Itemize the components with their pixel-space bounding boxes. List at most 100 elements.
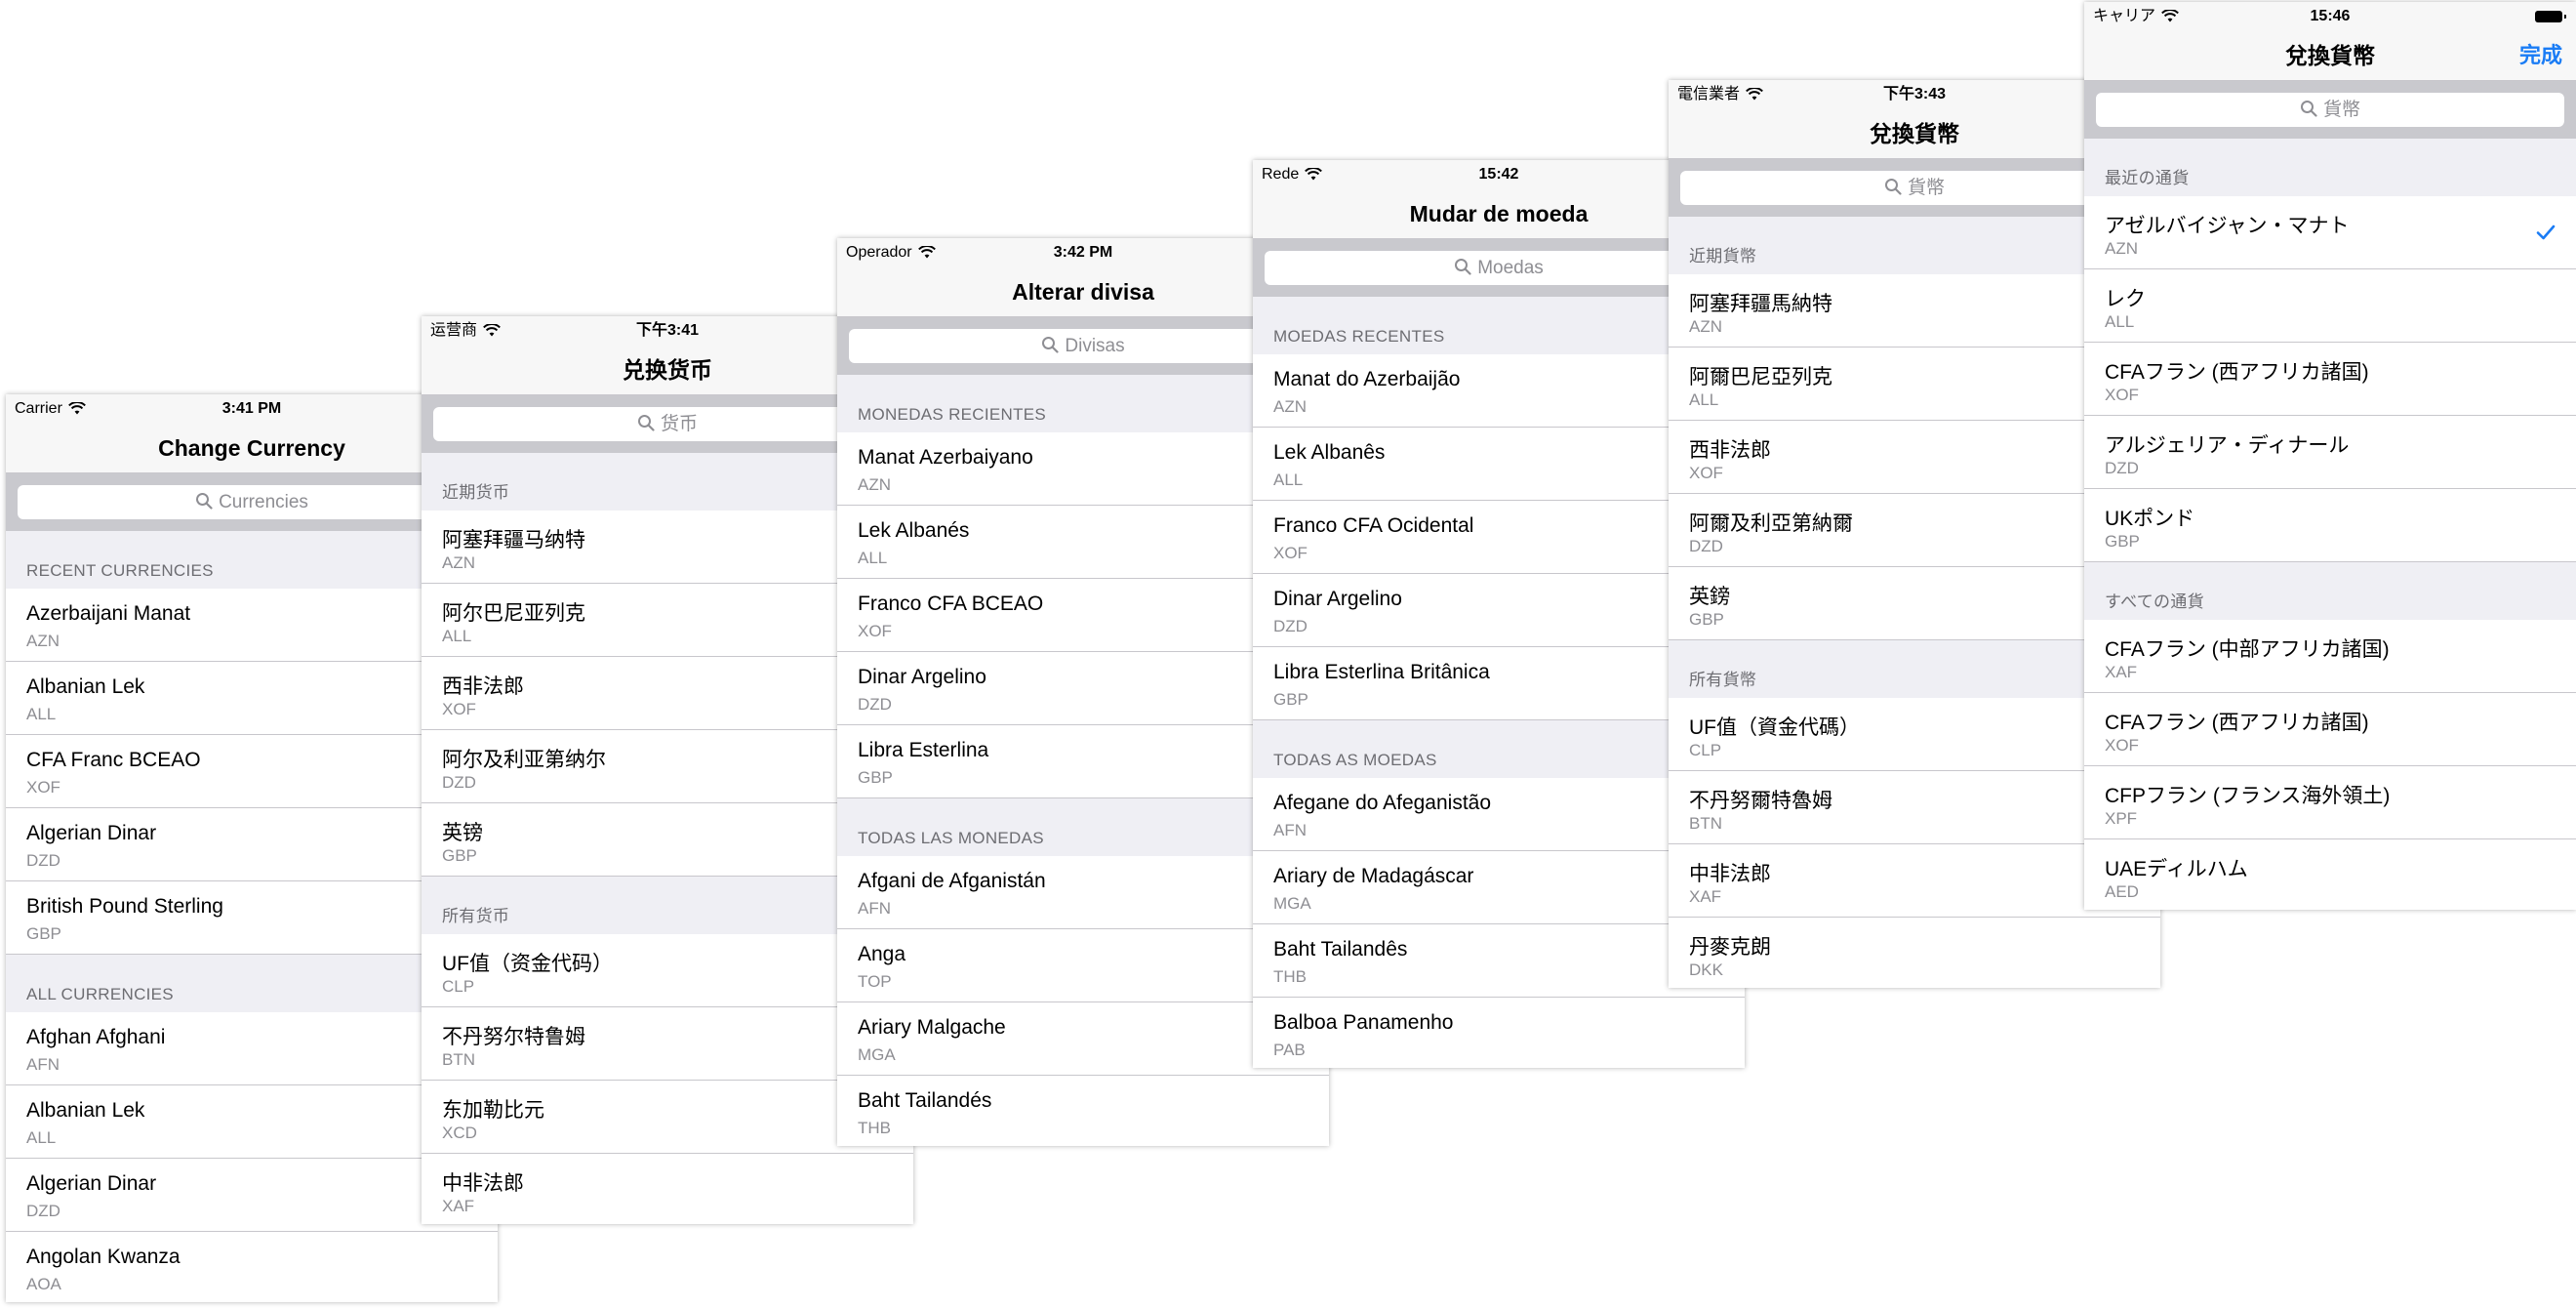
currency-row[interactable]: 中非法郎 XAF	[422, 1154, 913, 1224]
currency-code: DZD	[26, 1202, 60, 1220]
section-title: TODAS AS MOEDAS	[1273, 751, 1437, 769]
currency-name: Algerian Dinar	[26, 1172, 157, 1195]
search-input[interactable]: 货币	[433, 407, 902, 441]
search-input[interactable]: Divisas	[849, 329, 1317, 363]
search-input[interactable]: Moedas	[1265, 251, 1733, 285]
search-icon	[637, 414, 655, 431]
currency-code: GBP	[2105, 532, 2140, 551]
currency-code: MGA	[1273, 894, 1311, 913]
currency-code: ALL	[858, 549, 888, 567]
currency-code: BTN	[442, 1050, 475, 1069]
currency-row[interactable]: CFAフラン (西アフリカ諸国) XOF	[2084, 693, 2576, 766]
currency-row[interactable]: Balboa Panamenho PAB	[1253, 998, 1745, 1068]
currency-code: AFN	[858, 899, 891, 918]
section-header-all: すべての通貨	[2084, 562, 2576, 620]
currency-row[interactable]: CFAフラン (中部アフリカ諸国) XAF	[2084, 620, 2576, 693]
battery-icon	[2535, 11, 2566, 22]
currency-row[interactable]: UAEディルハム AED	[2084, 839, 2576, 910]
currency-name: Angolan Kwanza	[26, 1246, 181, 1268]
currency-code: AOA	[26, 1275, 61, 1293]
currency-name: Dinar Argelino	[1273, 588, 1402, 610]
status-bar: キャリア 15:46	[2084, 2, 2576, 31]
section-title: ALL CURRENCIES	[26, 985, 174, 1003]
currency-code: CLP	[1689, 741, 1722, 759]
currency-name: UF值（資金代碼）	[1689, 716, 1860, 739]
currency-name: 阿塞拜疆馬納特	[1689, 293, 1832, 315]
currency-code: GBP	[858, 768, 893, 787]
currency-code: AZN	[858, 475, 891, 494]
currency-row[interactable]: Baht Tailandés THB	[837, 1076, 1329, 1146]
currency-code: XOF	[2105, 736, 2139, 755]
currency-name: Albanian Lek	[26, 1099, 145, 1122]
currency-name: アゼルバイジャン・マナト	[2105, 215, 2350, 237]
currency-code: THB	[858, 1119, 891, 1137]
currency-screen-japanese: キャリア 15:46 兌換貨幣 完成 貨幣 最近の通貨 アゼルバイジャン・マナト AZN レク A…	[2084, 2, 2576, 910]
currency-code: XOF	[26, 778, 60, 797]
currency-code: DZD	[858, 695, 892, 714]
currency-name: アルジェリア・ディナール	[2105, 434, 2350, 457]
search-icon	[1455, 258, 1471, 275]
currency-code: ALL	[1273, 470, 1304, 489]
currency-code: AZN	[1689, 317, 1722, 336]
section-title: MONEDAS RECIENTES	[858, 405, 1047, 424]
currency-code: XOF	[2105, 386, 2139, 404]
search-icon	[2300, 100, 2317, 117]
currency-name: 阿塞拜疆马纳特	[442, 529, 585, 552]
currency-name: Lek Albanés	[858, 519, 970, 542]
currency-name: 不丹努爾特魯姆	[1689, 790, 1832, 812]
currency-name: 阿爾巴尼亞列克	[1689, 366, 1832, 388]
currency-code: ALL	[26, 705, 57, 723]
currency-name: British Pound Sterling	[26, 895, 223, 918]
currency-code: GBP	[1689, 610, 1724, 629]
currency-name: Anga	[858, 943, 906, 965]
section-title: 近期貨幣	[1689, 247, 1757, 266]
currency-name: Ariary Malgache	[858, 1016, 1006, 1039]
currency-name: 中非法郎	[442, 1172, 524, 1195]
currency-name: 阿尔巴尼亚列克	[442, 602, 585, 625]
currency-name: 东加勒比元	[442, 1099, 544, 1122]
currency-name: Franco CFA Ocidental	[1273, 514, 1474, 537]
currency-name: CFAフラン (西アフリカ諸国)	[2105, 361, 2369, 384]
currency-row[interactable]: Angolan Kwanza AOA	[6, 1232, 498, 1302]
search-placeholder: 貨幣	[2322, 100, 2360, 120]
currency-code: XAF	[1689, 887, 1722, 906]
currency-row[interactable]: CFPフラン (フランス海外領土) XPF	[2084, 766, 2576, 839]
currency-name: Libra Esterlina	[858, 739, 989, 761]
currency-code: DZD	[26, 851, 60, 870]
currency-name: UAEディルハム	[2105, 858, 2248, 880]
currency-name: 阿尔及利亚第纳尔	[442, 749, 606, 771]
currency-code: XOF	[858, 622, 892, 640]
currency-name: CFAフラン (中部アフリカ諸国)	[2105, 638, 2390, 661]
currency-name: Azerbaijani Manat	[26, 602, 191, 625]
currency-code: AZN	[442, 553, 475, 572]
search-input[interactable]: Currencies	[18, 485, 486, 519]
currency-name: レク	[2105, 288, 2146, 310]
currency-name: Ariary de Madagáscar	[1273, 865, 1474, 887]
currency-name: UF值（资金代码）	[442, 953, 613, 975]
currency-row[interactable]: アゼルバイジャン・マナト AZN	[2084, 196, 2576, 269]
currency-name: 西非法郎	[442, 675, 524, 698]
currency-name: Afegane do Afeganistão	[1273, 792, 1492, 814]
currency-row[interactable]: 丹麥克朗 DKK	[1669, 918, 2160, 988]
currency-row[interactable]: CFAフラン (西アフリカ諸国) XOF	[2084, 343, 2576, 416]
currency-name: 阿爾及利亞第納爾	[1689, 512, 1853, 535]
search-input[interactable]: 貨幣	[2096, 93, 2564, 127]
currency-code: GBP	[26, 924, 61, 943]
navigation-bar: 兌換貨幣 完成	[2084, 31, 2576, 81]
currency-row[interactable]: UKポンド GBP	[2084, 489, 2576, 562]
search-icon	[1884, 178, 1902, 195]
section-title: 所有货币	[442, 907, 510, 925]
currency-code: XPF	[2105, 809, 2138, 828]
currency-code: AFN	[26, 1055, 60, 1074]
done-button[interactable]: 完成	[2519, 31, 2562, 80]
currency-name: 英镑	[442, 822, 483, 844]
currency-code: DZD	[1273, 617, 1308, 635]
currency-name: 不丹努尔特鲁姆	[442, 1026, 585, 1048]
currency-name: Franco CFA BCEAO	[858, 593, 1044, 615]
currency-code: XAF	[442, 1197, 475, 1215]
search-icon	[1042, 336, 1059, 353]
currency-name: 西非法郎	[1689, 439, 1771, 462]
currency-row[interactable]: アルジェリア・ディナール DZD	[2084, 416, 2576, 489]
search-input[interactable]: 貨幣	[1680, 171, 2149, 205]
currency-row[interactable]: レク ALL	[2084, 269, 2576, 343]
